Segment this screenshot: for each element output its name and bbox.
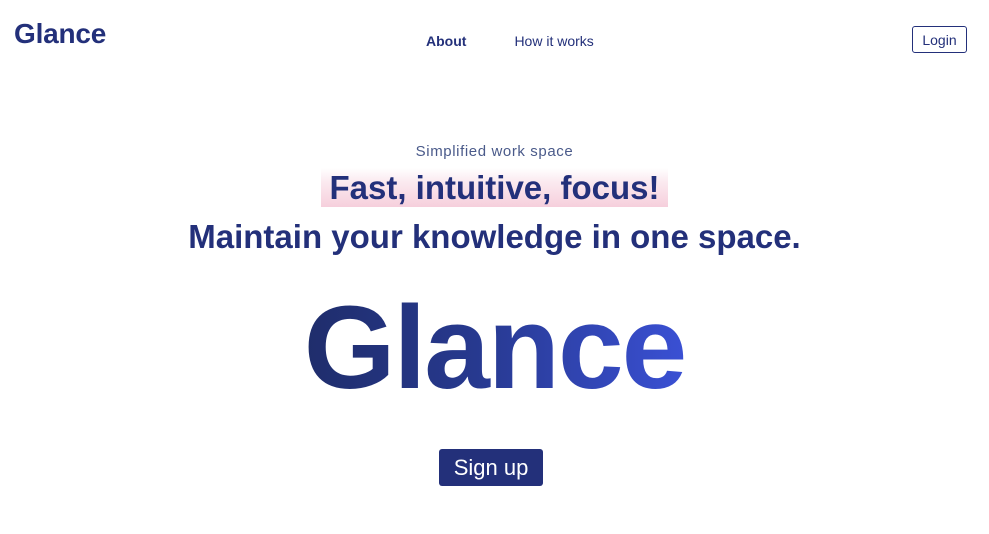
hero-brand-text: Glance bbox=[303, 282, 688, 414]
signup-button[interactable]: Sign up bbox=[439, 449, 543, 486]
hero-headline: Maintain your knowledge in one space. bbox=[188, 218, 801, 255]
hero-brand-wordmark: Glance bbox=[0, 288, 989, 408]
main-nav: About How it works bbox=[426, 33, 594, 49]
nav-how-it-works[interactable]: How it works bbox=[514, 33, 593, 49]
nav-about[interactable]: About bbox=[426, 33, 466, 49]
login-button[interactable]: Login bbox=[912, 26, 967, 53]
header-logo[interactable]: Glance bbox=[14, 18, 106, 50]
hero-tagline: Fast, intuitive, focus! bbox=[321, 168, 668, 207]
hero-eyebrow: Simplified work space bbox=[415, 143, 574, 160]
tagline-container: Fast, intuitive, focus! bbox=[0, 168, 989, 207]
landing-page: Glance About How it works Login Simplifi… bbox=[0, 0, 989, 534]
